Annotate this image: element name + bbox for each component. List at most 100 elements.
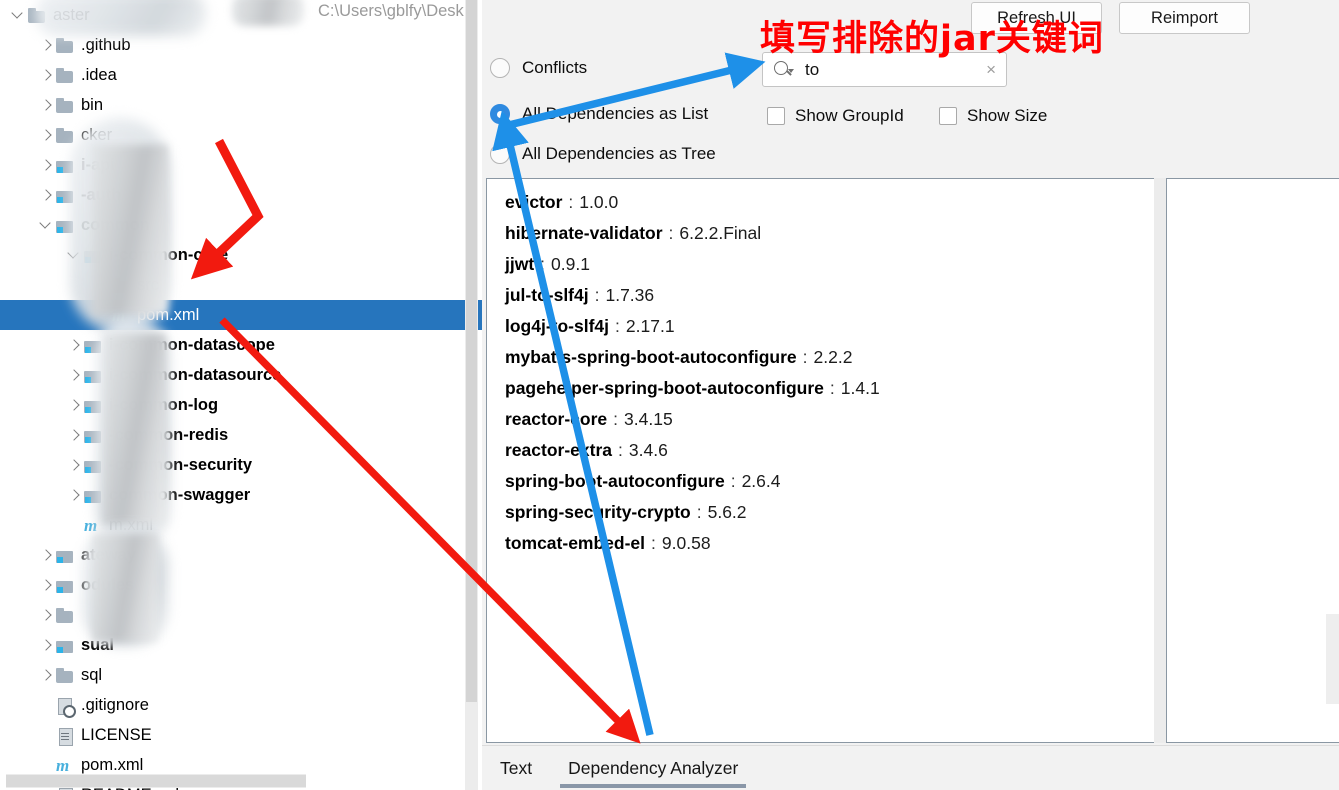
- tree-row[interactable]: common: [0, 210, 482, 240]
- dependency-detail-pane[interactable]: [1166, 178, 1339, 743]
- tree-row[interactable]: ateway: [0, 540, 482, 570]
- checkbox-indicator-show-groupid[interactable]: [767, 107, 785, 125]
- reimport-button[interactable]: Reimport: [1119, 2, 1250, 34]
- tree-row[interactable]: m pom.xml: [0, 300, 482, 330]
- chevron-right-icon[interactable]: [66, 457, 82, 473]
- chevron-right-icon[interactable]: [66, 427, 82, 443]
- tree-row[interactable]: odules: [0, 570, 482, 600]
- dependency-row[interactable]: jjwt:0.9.1: [505, 249, 1161, 280]
- project-tree-panel[interactable]: aster .github .idea bin cker i-api -auth common…: [0, 0, 482, 790]
- maven-module-icon: [56, 548, 74, 563]
- chevron-down-icon[interactable]: [10, 7, 26, 23]
- detail-pane-scrollbar[interactable]: [1326, 614, 1339, 704]
- tab-text[interactable]: Text: [482, 746, 550, 790]
- chevron-right-icon[interactable]: [38, 97, 54, 113]
- dependency-row[interactable]: reactor-extra:3.4.6: [505, 435, 1161, 466]
- panel-splitter[interactable]: [1154, 178, 1166, 743]
- dependency-separator: :: [618, 440, 623, 460]
- tree-row-label: i-common-datascope: [109, 335, 275, 354]
- dependency-row[interactable]: evictor:1.0.0: [505, 187, 1161, 218]
- tree-row[interactable]: .idea: [0, 60, 482, 90]
- dependency-artifact-name: spring-security-crypto: [505, 502, 691, 522]
- tree-row[interactable]: -common-redis: [0, 420, 482, 450]
- radio-indicator-conflicts[interactable]: [490, 58, 510, 78]
- dependency-version: 3.4.15: [624, 409, 673, 429]
- chevron-right-icon[interactable]: [38, 157, 54, 173]
- tree-row[interactable]: -auth: [0, 180, 482, 210]
- dependency-row[interactable]: tomcat-embed-el:9.0.58: [505, 528, 1161, 559]
- tree-row[interactable]: i-common-log: [0, 390, 482, 420]
- dependency-row[interactable]: reactor-core:3.4.15: [505, 404, 1161, 435]
- tree-row[interactable]: i-common-datasource: [0, 360, 482, 390]
- tree-row[interactable]: common-swagger: [0, 480, 482, 510]
- tree-row-label: m.xml: [109, 515, 153, 534]
- chevron-right-icon[interactable]: [38, 547, 54, 563]
- chevron-right-icon[interactable]: [38, 667, 54, 683]
- chevron-down-icon[interactable]: [38, 217, 54, 233]
- chevron-right-icon[interactable]: [38, 637, 54, 653]
- chevron-right-icon[interactable]: [38, 607, 54, 623]
- chevron-right-icon[interactable]: [38, 127, 54, 143]
- chevron-right-icon[interactable]: [38, 187, 54, 203]
- radio-conflicts[interactable]: Conflicts: [490, 58, 587, 78]
- tree-row[interactable]: src: [0, 270, 482, 300]
- tree-row-label: i-api: [81, 155, 115, 174]
- folder-icon: [56, 97, 74, 113]
- checkbox-indicator-show-size[interactable]: [939, 107, 957, 125]
- chevron-right-icon[interactable]: [38, 67, 54, 83]
- tree-row-label: i-common-datasource: [109, 365, 282, 384]
- tree-row[interactable]: LICENSE: [0, 720, 482, 750]
- tree-row[interactable]: i-api: [0, 150, 482, 180]
- tree-row[interactable]: [0, 600, 482, 630]
- chevron-right-icon[interactable]: [38, 577, 54, 593]
- tree-row[interactable]: m m.xml: [0, 510, 482, 540]
- dependency-row[interactable]: pagehelper-spring-boot-autoconfigure:1.4…: [505, 373, 1161, 404]
- refresh-ui-button[interactable]: Refresh UI: [971, 2, 1102, 34]
- tree-row[interactable]: .gitignore: [0, 690, 482, 720]
- dependency-row[interactable]: jul-to-slf4j:1.7.36: [505, 280, 1161, 311]
- chevron-right-icon[interactable]: [66, 487, 82, 503]
- radio-all-dependencies-as-list[interactable]: All Dependencies as List: [490, 104, 708, 124]
- tree-vertical-scroll-thumb[interactable]: [466, 0, 477, 702]
- tree-row[interactable]: .github: [0, 30, 482, 60]
- tab-dependency-analyzer[interactable]: Dependency Analyzer: [550, 746, 756, 790]
- dependency-list[interactable]: evictor:1.0.0 hibernate-validator:6.2.2.F…: [487, 179, 1161, 742]
- chevron-right-icon[interactable]: [94, 277, 110, 293]
- editor-tab-bar[interactable]: Text Dependency Analyzer: [482, 745, 1339, 790]
- checkbox-show-groupid[interactable]: Show GroupId: [767, 106, 904, 126]
- tree-horizontal-scroll-thumb[interactable]: [6, 775, 306, 787]
- dependency-row[interactable]: spring-security-crypto:5.6.2: [505, 497, 1161, 528]
- dependency-row[interactable]: mybatis-spring-boot-autoconfigure:2.2.2: [505, 342, 1161, 373]
- checkbox-show-size[interactable]: Show Size: [939, 106, 1047, 126]
- tree-row[interactable]: -common-security: [0, 450, 482, 480]
- clear-search-icon[interactable]: ×: [986, 61, 996, 78]
- dependency-version: 6.2.2.Final: [679, 223, 762, 243]
- chevron-right-icon[interactable]: [38, 37, 54, 53]
- chevron-right-icon[interactable]: [66, 367, 82, 383]
- tree-horizontal-scrollbar[interactable]: [6, 774, 306, 788]
- tree-row[interactable]: sql: [0, 660, 482, 690]
- dependency-row[interactable]: log4j-to-slf4j:2.17.1: [505, 311, 1161, 342]
- radio-indicator-all-dependencies-as-tree[interactable]: [490, 144, 510, 164]
- chevron-right-icon[interactable]: [66, 337, 82, 353]
- radio-all-dependencies-as-tree[interactable]: All Dependencies as Tree: [490, 144, 716, 164]
- dependency-row[interactable]: hibernate-validator:6.2.2.Final: [505, 218, 1161, 249]
- dependency-list-container[interactable]: evictor:1.0.0 hibernate-validator:6.2.2.F…: [486, 178, 1162, 743]
- chevron-right-icon[interactable]: [66, 397, 82, 413]
- dependency-version: 5.6.2: [707, 502, 747, 522]
- tree-row[interactable]: bin: [0, 90, 482, 120]
- search-input[interactable]: to: [805, 60, 986, 80]
- tree-vertical-scrollbar[interactable]: [465, 0, 478, 790]
- tree-row[interactable]: i-common-datascope: [0, 330, 482, 360]
- dependency-search-box[interactable]: to ×: [762, 52, 1007, 87]
- tree-row[interactable]: i-common-core: [0, 240, 482, 270]
- tree-row[interactable]: sual: [0, 630, 482, 660]
- dependency-row[interactable]: spring-boot-autoconfigure:2.6.4: [505, 466, 1161, 497]
- project-path-label: C:\Users\gblfy\Desk: [318, 2, 464, 20]
- chevron-down-icon[interactable]: [66, 247, 82, 263]
- tree-twisty-none: [38, 697, 54, 713]
- project-tree-rows[interactable]: aster .github .idea bin cker i-api -auth common…: [0, 0, 482, 790]
- maven-module-icon: [56, 638, 74, 653]
- tree-row[interactable]: cker: [0, 120, 482, 150]
- radio-indicator-all-dependencies-as-list[interactable]: [490, 104, 510, 124]
